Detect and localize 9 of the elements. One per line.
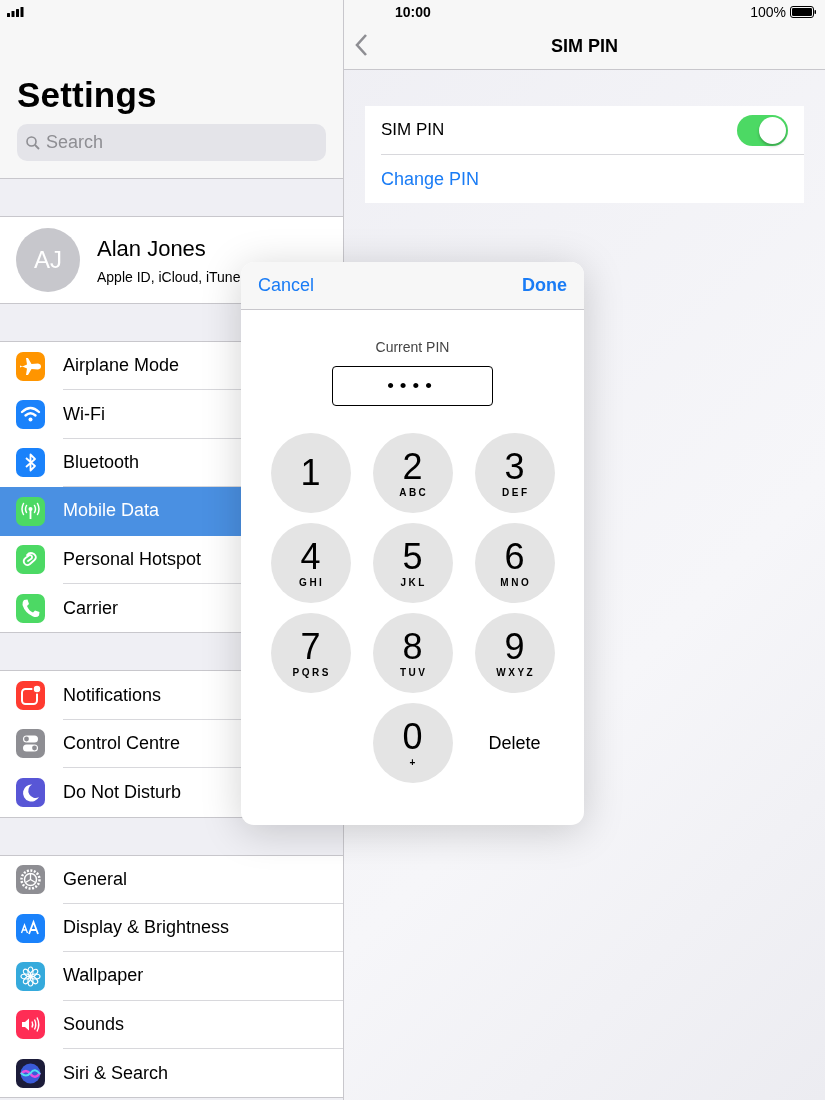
clock-time: 10:00 bbox=[395, 4, 431, 20]
avatar: AJ bbox=[16, 228, 80, 292]
screen-title: SIM PIN bbox=[551, 36, 618, 57]
setting-label: SIM PIN bbox=[381, 120, 445, 140]
field-label: Current PIN bbox=[374, 339, 451, 355]
page-title: Settings bbox=[17, 74, 158, 116]
profile-name: Alan Jones bbox=[97, 235, 207, 262]
profile-subtitle: Apple ID, iCloud, iTune bbox=[97, 268, 241, 285]
battery-percent: 100% bbox=[750, 4, 786, 20]
